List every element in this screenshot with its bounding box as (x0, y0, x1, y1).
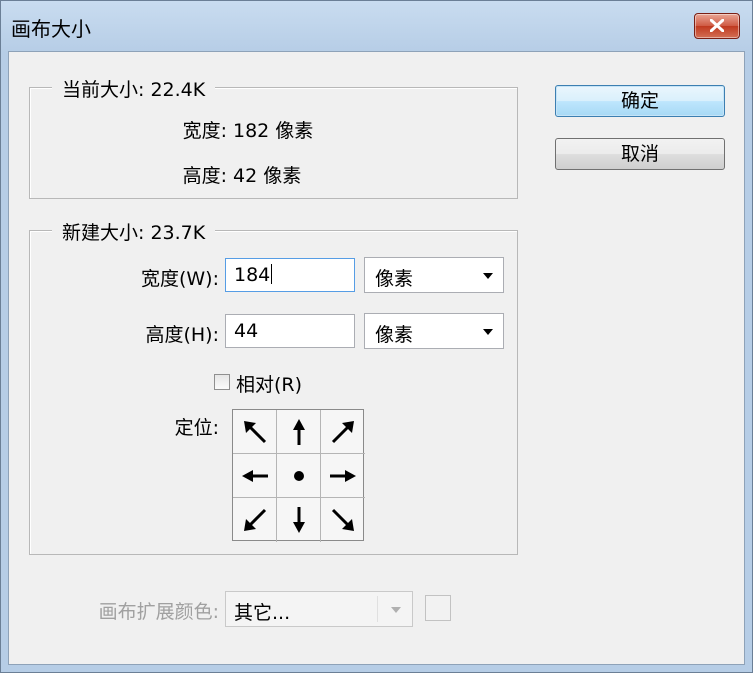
new-height-label: 高度(H): (145, 324, 219, 346)
chevron-down-icon (391, 607, 401, 613)
anchor-label: 定位: (174, 417, 219, 439)
current-size-title: 当前大小: 22.4K (52, 75, 216, 102)
arrow-down-right-icon (331, 508, 354, 531)
arrow-right-icon (330, 469, 356, 482)
anchor-cell-top[interactable] (277, 410, 321, 454)
new-width-label: 宽度(W): (140, 268, 219, 290)
extension-color-value: 其它... (234, 602, 291, 624)
chevron-down-icon (483, 329, 493, 335)
width-unit-value: 像素 (375, 268, 414, 290)
ok-button[interactable]: 确定 (555, 85, 725, 117)
width-input-value: 184 (234, 264, 271, 286)
anchor-cell-top-left[interactable] (233, 410, 277, 454)
anchor-cell-top-right[interactable] (321, 410, 365, 454)
arrow-down-icon (292, 507, 305, 533)
height-unit-value: 像素 (375, 324, 414, 346)
relative-checkbox[interactable] (214, 374, 230, 390)
window-title: 画布大小 (11, 17, 91, 41)
width-input[interactable]: 184 (225, 258, 355, 292)
extension-color-swatch[interactable] (425, 595, 451, 621)
arrow-down-left-icon (243, 508, 266, 531)
height-input-value: 44 (234, 320, 259, 342)
extension-color-select[interactable]: 其它... (225, 591, 413, 627)
close-button[interactable] (694, 13, 740, 39)
cancel-button[interactable]: 取消 (555, 138, 725, 170)
extension-color-label: 画布扩展颜色: (98, 601, 219, 623)
select-divider (377, 596, 378, 622)
width-unit-select[interactable]: 像素 (364, 257, 504, 293)
arrow-up-right-icon (331, 420, 354, 443)
current-width-label: 宽度: (182, 120, 227, 142)
arrow-up-icon (292, 418, 305, 445)
new-size-title: 新建大小: 23.7K (52, 218, 216, 245)
relative-label[interactable]: 相对(R) (236, 370, 302, 397)
close-icon (710, 19, 724, 32)
anchor-cell-bottom-right[interactable] (321, 498, 365, 542)
anchor-cell-right[interactable] (321, 454, 365, 498)
text-caret (271, 264, 273, 284)
chevron-down-icon (483, 273, 493, 279)
dialog-body: 当前大小: 22.4K 宽度: 182 像素 高度: 42 像素 新建大小: 2… (8, 51, 745, 665)
dialog-window: 画布大小 当前大小: 22.4K 宽度: 182 像素 高度: 42 像素 新建… (0, 0, 753, 673)
title-bar[interactable]: 画布大小 (1, 1, 752, 49)
anchor-cell-bottom[interactable] (277, 498, 321, 542)
height-unit-select[interactable]: 像素 (364, 313, 504, 349)
current-height-value: 42 像素 (233, 165, 302, 187)
anchor-cell-left[interactable] (233, 454, 277, 498)
center-dot-icon (293, 470, 304, 481)
arrow-up-left-icon (243, 420, 266, 443)
arrow-left-icon (241, 469, 268, 482)
anchor-grid (232, 409, 365, 542)
anchor-cell-bottom-left[interactable] (233, 498, 277, 542)
current-width-value: 182 像素 (233, 120, 314, 142)
anchor-cell-center[interactable] (277, 454, 321, 498)
current-height-label: 高度: (182, 165, 227, 187)
height-input[interactable]: 44 (225, 314, 355, 348)
